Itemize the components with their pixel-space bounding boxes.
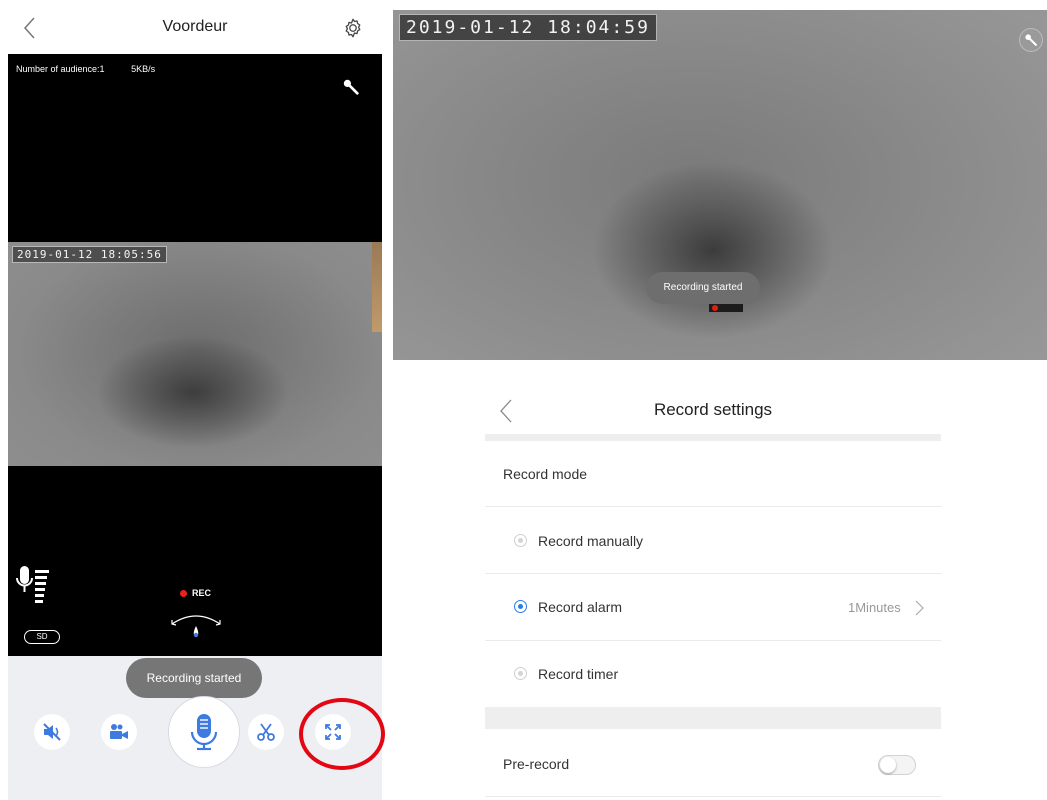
mute-icon xyxy=(43,723,61,741)
feed-timestamp: 2019-01-12 18:05:56 xyxy=(12,246,167,263)
sd-quality-badge[interactable]: SD xyxy=(24,630,60,644)
rec-dot-icon xyxy=(180,589,187,597)
rec-indicator: REC xyxy=(180,588,211,598)
row-divider xyxy=(485,573,941,574)
row-divider xyxy=(485,796,941,797)
record-mode-label: Record mode xyxy=(503,466,588,482)
toggle-knob xyxy=(880,757,896,773)
microphone-icon xyxy=(190,714,218,751)
option-label: Record alarm xyxy=(538,599,623,615)
fullscreen-highlight-circle xyxy=(299,698,385,770)
radio-record-timer[interactable] xyxy=(514,667,527,680)
door-frame-edge xyxy=(372,242,382,332)
gear-icon[interactable] xyxy=(342,17,364,39)
row-divider xyxy=(485,640,941,641)
fullscreen-timestamp: 2019-01-12 18:04:59 xyxy=(399,14,657,41)
settings-title: Record settings xyxy=(653,400,773,419)
section-divider xyxy=(485,434,941,441)
ptz-arc-icon[interactable] xyxy=(168,610,224,644)
live-view-panel: Voordeur Number of audience:1 5KB/s 2019… xyxy=(8,0,385,800)
chevron-right-icon xyxy=(915,600,924,616)
camera-feed[interactable]: 2019-01-12 18:05:56 xyxy=(8,242,382,466)
radio-record-manually[interactable] xyxy=(514,534,527,547)
scissors-icon xyxy=(257,723,275,741)
settings-header: Record settings xyxy=(485,372,941,434)
row-divider xyxy=(485,506,941,507)
alarm-duration-value[interactable]: 1Minutes xyxy=(848,600,901,615)
key-icon[interactable] xyxy=(342,78,360,96)
camcorder-icon xyxy=(110,724,128,739)
pre-record-toggle[interactable] xyxy=(878,755,916,775)
record-video-button[interactable] xyxy=(101,714,137,750)
talk-button[interactable] xyxy=(168,696,240,768)
camera-name-title: Voordeur xyxy=(162,18,228,35)
mute-button[interactable] xyxy=(34,714,70,750)
audience-count: Number of audience:1 xyxy=(16,64,105,74)
option-label: Record timer xyxy=(538,666,619,682)
stream-stats: Number of audience:1 5KB/s xyxy=(16,64,179,74)
fullscreen-video[interactable]: 2019-01-12 18:04:59 Recording started xyxy=(393,10,1047,360)
mic-level-icon xyxy=(16,566,49,603)
rec-label: REC xyxy=(192,588,212,598)
recording-toast: Recording started xyxy=(126,658,262,698)
live-view-header: Voordeur xyxy=(8,0,382,54)
pre-record-label: Pre-record xyxy=(503,756,570,772)
section-divider xyxy=(485,707,941,729)
snapshot-button[interactable] xyxy=(248,714,284,750)
radio-record-alarm[interactable] xyxy=(514,600,527,613)
fullscreen-rec-indicator xyxy=(709,304,743,312)
key-icon xyxy=(1025,34,1037,46)
option-label: Record manually xyxy=(538,533,644,549)
bitrate-readout: 5KB/s xyxy=(131,64,156,74)
record-settings-screen: Record settings Record mode Record manua… xyxy=(485,372,941,800)
key-button[interactable] xyxy=(1019,28,1043,52)
fullscreen-recording-toast: Recording started xyxy=(646,272,760,304)
